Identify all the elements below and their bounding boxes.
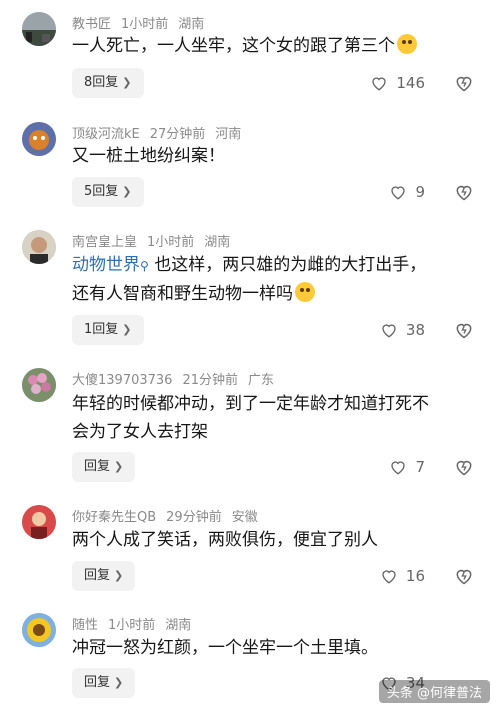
dislike-icon[interactable] xyxy=(454,457,474,477)
search-icon: ⚲ xyxy=(140,259,149,273)
username[interactable]: 教书匠 xyxy=(72,17,111,32)
comment-body: 年轻的时候都冲动，到了一定年龄才知道打死不会为了女人去打架 xyxy=(72,394,429,442)
comment-meta: 随性 1小时前 湖南 xyxy=(72,614,201,633)
laughing-emoji-icon xyxy=(397,34,417,54)
reply-label: 8回复 xyxy=(84,75,119,90)
like-count: 38 xyxy=(405,321,425,339)
username[interactable]: 南宫皇上皇 xyxy=(72,235,137,250)
reply-label: 回复 xyxy=(84,459,111,474)
comment-body: 冲冠一怒为红颜，一个坐牢一个土里填。 xyxy=(72,638,378,658)
reply-label: 回复 xyxy=(84,568,111,583)
replies-button[interactable]: 1回复 ❯ xyxy=(72,315,144,345)
chevron-right-icon: ❯ xyxy=(114,460,124,473)
replies-button[interactable]: 回复 ❯ xyxy=(72,561,136,591)
dislike-icon[interactable] xyxy=(454,182,474,202)
location: 湖南 xyxy=(165,618,192,633)
timestamp: 27分钟前 xyxy=(149,127,206,142)
comment-meta: 南宫皇上皇 1小时前 湖南 xyxy=(72,231,240,250)
heart-icon xyxy=(372,77,387,91)
laughing-emoji-icon xyxy=(295,282,315,302)
comment-body: 一人死亡，一人坐牢，这个女的跟了第三个 xyxy=(72,36,395,56)
like-button[interactable]: 7 xyxy=(389,452,425,482)
username[interactable]: 随性 xyxy=(72,618,98,633)
location: 安徽 xyxy=(231,510,258,525)
chevron-right-icon: ❯ xyxy=(122,185,132,198)
location: 湖南 xyxy=(178,17,205,32)
like-button[interactable]: 9 xyxy=(389,177,425,207)
timestamp: 21分钟前 xyxy=(182,373,238,388)
timestamp: 1小时前 xyxy=(121,17,169,32)
location: 湖南 xyxy=(204,235,231,250)
chevron-right-icon: ❯ xyxy=(114,569,124,582)
comment-meta: 你好秦先生QB 29分钟前 安徽 xyxy=(72,506,268,525)
dislike-icon[interactable] xyxy=(454,320,474,340)
comment-meta: 顶级河流kE 27分钟前 河南 xyxy=(72,123,251,142)
comment-body: 两个人成了笑话，两败俱伤，便宜了别人 xyxy=(72,530,378,550)
comment-meta: 大傻139703736 21分钟前 广东 xyxy=(72,369,284,388)
avatar[interactable] xyxy=(22,230,56,264)
like-count: 16 xyxy=(405,567,425,585)
dislike-icon[interactable] xyxy=(454,73,474,93)
username[interactable]: 你好秦先生QB xyxy=(72,510,156,525)
replies-button[interactable]: 5回复 ❯ xyxy=(72,177,144,207)
like-count: 146 xyxy=(396,74,425,92)
location: 广东 xyxy=(248,373,275,388)
chevron-right-icon: ❯ xyxy=(114,676,124,689)
heart-icon xyxy=(391,461,406,475)
dislike-icon[interactable] xyxy=(454,566,474,586)
chevron-right-icon: ❯ xyxy=(122,76,132,89)
chevron-right-icon: ❯ xyxy=(122,323,132,336)
reply-label: 1回复 xyxy=(84,322,119,337)
avatar[interactable] xyxy=(22,368,56,402)
like-count: 9 xyxy=(415,183,425,201)
comment-body: 又一桩土地纷纠案！ xyxy=(72,146,225,166)
comment-text: 冲冠一怒为红颜，一个坐牢一个土里填。 xyxy=(72,634,442,662)
heart-icon xyxy=(391,186,406,200)
timestamp: 1小时前 xyxy=(147,235,195,250)
timestamp: 29分钟前 xyxy=(166,510,222,525)
watermark: 头条 @何律普法 xyxy=(378,680,490,703)
avatar[interactable] xyxy=(22,613,56,647)
like-button[interactable]: 146 xyxy=(370,68,425,98)
comment-text: 一人死亡，一人坐牢，这个女的跟了第三个 xyxy=(72,32,442,60)
heart-icon xyxy=(382,324,396,338)
mention-link[interactable]: 动物世界 xyxy=(72,255,140,275)
comment-feed: 教书匠 1小时前 湖南 一人死亡，一人坐牢，这个女的跟了第三个 8回复 ❯ 146 顶… xyxy=(0,0,500,709)
replies-button[interactable]: 回复 ❯ xyxy=(72,452,136,482)
reply-label: 5回复 xyxy=(84,184,119,199)
like-button[interactable]: 38 xyxy=(380,315,425,345)
comment-meta: 教书匠 1小时前 湖南 xyxy=(72,13,214,32)
avatar[interactable] xyxy=(22,122,56,156)
comment-text: 年轻的时候都冲动，到了一定年龄才知道打死不会为了女人去打架 xyxy=(72,390,442,446)
heart-icon xyxy=(382,570,396,584)
comment-text: 两个人成了笑话，两败俱伤，便宜了别人 xyxy=(72,526,442,554)
comment-text: 又一桩土地纷纠案！ xyxy=(72,142,442,170)
username[interactable]: 顶级河流kE xyxy=(72,127,140,142)
comment-text: 动物世界⚲ 也这样，两只雄的为雌的大打出手，还有人智商和野生动物一样吗 xyxy=(72,251,442,308)
avatar[interactable] xyxy=(22,505,56,539)
username[interactable]: 大傻139703736 xyxy=(72,373,172,388)
replies-button[interactable]: 回复 ❯ xyxy=(72,668,136,698)
avatar[interactable] xyxy=(22,12,56,46)
location: 河南 xyxy=(215,127,242,142)
like-button[interactable]: 16 xyxy=(380,561,425,591)
reply-label: 回复 xyxy=(84,675,111,690)
timestamp: 1小时前 xyxy=(108,618,156,633)
replies-button[interactable]: 8回复 ❯ xyxy=(72,68,144,98)
like-count: 7 xyxy=(415,458,425,476)
